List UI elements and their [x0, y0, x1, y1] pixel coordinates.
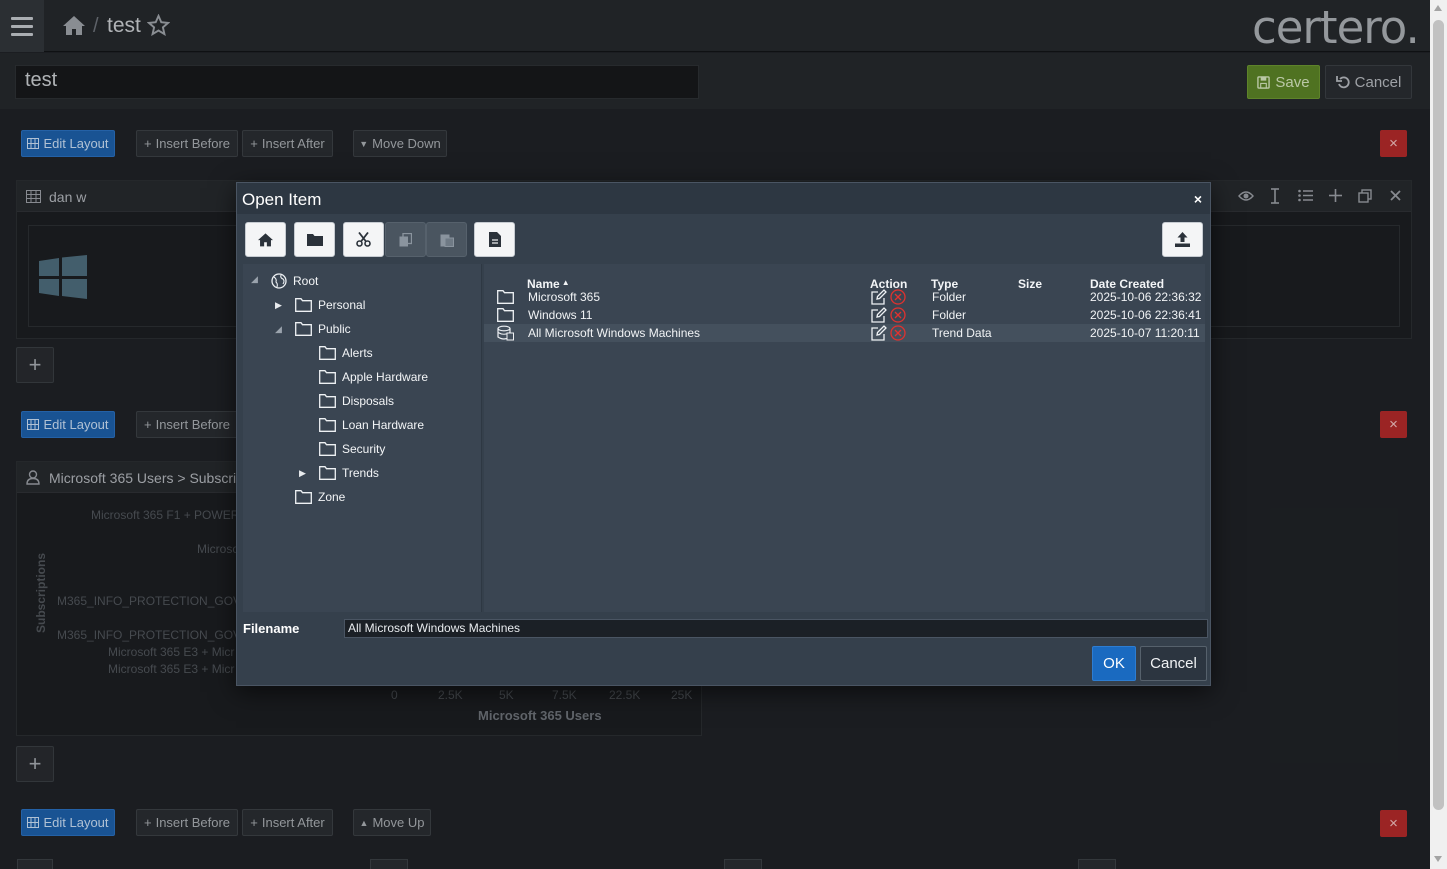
tree-node-label: Personal	[318, 298, 366, 312]
paste-button[interactable]	[426, 222, 467, 257]
delete-circle-icon[interactable]	[890, 307, 906, 323]
folder-icon	[319, 442, 336, 456]
upload-button[interactable]	[1162, 222, 1203, 257]
tree-node-label: Public	[318, 322, 351, 336]
edit-icon[interactable]	[871, 289, 887, 305]
folder-icon	[497, 308, 514, 322]
file-type: Trend Data	[932, 326, 992, 340]
home-icon	[258, 233, 273, 247]
folder-icon	[319, 346, 336, 360]
folder-tree: ◢ Root ▶ Personal ◢ Public Alerts Apple …	[243, 264, 482, 612]
file-row-selected[interactable]: All Microsoft Windows Machines Trend Dat…	[484, 324, 1205, 342]
file-date: 2025-10-07 11:20:11	[1090, 326, 1200, 340]
folder-icon	[295, 298, 312, 312]
scroll-up-arrow-icon[interactable]	[1434, 5, 1442, 11]
tree-node-zone[interactable]: Zone	[295, 490, 345, 504]
tree-node-loan-hardware[interactable]: Loan Hardware	[319, 418, 424, 432]
ok-button[interactable]: OK	[1092, 646, 1136, 681]
file-type: Folder	[932, 290, 967, 304]
open-item-dialog: Open Item × ◢ Root ▶ Personal ◢ Public A…	[236, 182, 1211, 686]
folder-icon	[319, 370, 336, 384]
copy-icon	[399, 232, 412, 246]
tree-node-security[interactable]: Security	[319, 442, 385, 456]
collapse-caret-icon[interactable]: ◢	[275, 324, 282, 335]
tree-node-public[interactable]: Public	[295, 322, 351, 336]
tree-node-personal[interactable]: Personal	[295, 298, 365, 312]
document-icon	[488, 232, 501, 247]
cut-button[interactable]	[343, 222, 384, 257]
dialog-close-icon[interactable]: ×	[1194, 191, 1202, 207]
page-scrollbar[interactable]	[1430, 0, 1447, 869]
dialog-header: Open Item ×	[237, 183, 1210, 214]
delete-circle-icon[interactable]	[890, 325, 906, 341]
sort-asc-icon: ▲	[561, 278, 570, 287]
tree-node-label: Disposals	[342, 394, 395, 408]
file-name: All Microsoft Windows Machines	[528, 326, 701, 340]
expand-caret-icon[interactable]: ▶	[275, 300, 282, 311]
copy-button[interactable]	[385, 222, 426, 257]
dialog-cancel-button[interactable]: Cancel	[1140, 646, 1207, 681]
file-row[interactable]: Microsoft 365 Folder 2025-10-06 22:36:32	[484, 288, 1205, 306]
edit-icon[interactable]	[871, 307, 887, 323]
file-name: Windows 11	[528, 308, 593, 322]
file-name: Microsoft 365	[528, 290, 601, 304]
folder-icon	[497, 290, 514, 304]
tree-node-label: Root	[293, 274, 319, 288]
filename-input[interactable]: All Microsoft Windows Machines	[344, 619, 1208, 638]
trend-data-icon	[497, 325, 514, 341]
filename-label: Filename	[243, 621, 300, 636]
new-folder-button[interactable]	[294, 222, 335, 257]
scroll-down-arrow-icon[interactable]	[1434, 856, 1442, 862]
folder-icon	[295, 490, 312, 504]
expand-caret-icon[interactable]: ▶	[299, 468, 306, 479]
tree-node-root[interactable]: Root	[271, 273, 318, 289]
file-date: 2025-10-06 22:36:32	[1090, 290, 1202, 304]
tree-node-label: Loan Hardware	[342, 418, 425, 432]
dialog-title: Open Item	[242, 190, 322, 209]
paste-icon	[440, 234, 454, 247]
folder-icon	[319, 466, 336, 480]
file-date: 2025-10-06 22:36:41	[1090, 308, 1202, 322]
tree-node-label: Security	[342, 442, 386, 456]
tree-node-alerts[interactable]: Alerts	[319, 346, 373, 360]
folder-icon	[295, 322, 312, 336]
file-type: Folder	[932, 308, 967, 322]
tree-node-trends[interactable]: Trends	[319, 466, 379, 480]
home-button[interactable]	[245, 222, 286, 257]
delete-circle-icon[interactable]	[890, 289, 906, 305]
tree-node-apple-hardware[interactable]: Apple Hardware	[319, 370, 428, 384]
edit-icon[interactable]	[871, 325, 887, 341]
tree-node-label: Alerts	[342, 346, 373, 360]
scrollbar-thumb[interactable]	[1433, 20, 1444, 810]
tree-node-label: Zone	[318, 490, 346, 504]
new-document-button[interactable]	[474, 222, 515, 257]
file-list: Name ▲ Action Type Size Date Created Micr…	[484, 264, 1205, 612]
folder-icon	[306, 234, 323, 246]
tree-node-label: Apple Hardware	[342, 370, 429, 384]
folder-icon	[319, 418, 336, 432]
scissors-icon	[356, 232, 371, 247]
upload-icon	[1175, 232, 1190, 247]
tree-node-disposals[interactable]: Disposals	[319, 394, 394, 408]
collapse-caret-icon[interactable]: ◢	[251, 274, 258, 285]
globe-icon	[271, 273, 287, 289]
tree-node-label: Trends	[342, 466, 379, 480]
folder-icon	[319, 394, 336, 408]
file-row[interactable]: Windows 11 Folder 2025-10-06 22:36:41	[484, 306, 1205, 324]
